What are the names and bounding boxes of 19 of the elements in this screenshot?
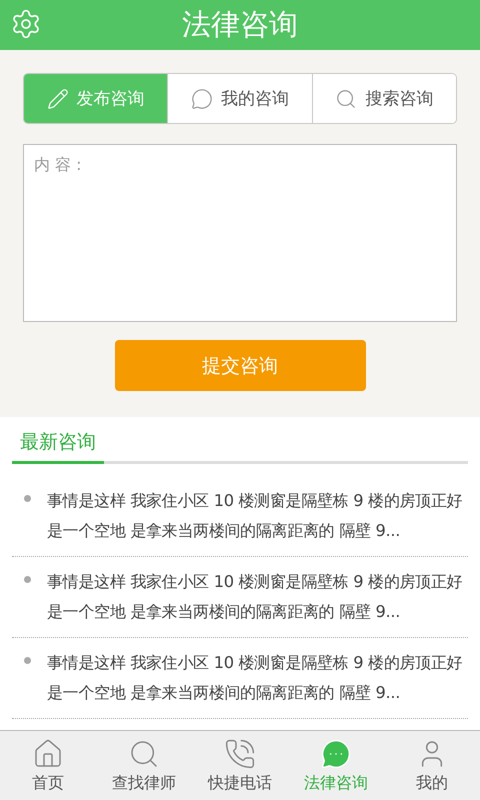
bullet-icon (24, 657, 31, 664)
consultation-item[interactable]: 事情是这样 我家住小区 10 楼测窗是隔壁栋 9 楼的房顶正好是一个空地 是拿来当两楼间的隔离距离的 隔壁 9... (47, 648, 467, 708)
chat-bubble-icon (320, 738, 352, 770)
tab[interactable]: 搜索咨询 (312, 74, 456, 123)
consultation-item[interactable]: 事情是这样 我家住小区 10 楼测窗是隔壁栋 9 楼的房顶正好是一个空地 是拿来当两楼间的隔离距离的 隔壁 9... (47, 567, 467, 627)
header-title: 法律咨询 (182, 6, 298, 43)
nav-item[interactable]: 我的 (384, 731, 480, 800)
search-icon (335, 88, 358, 110)
pencil-icon (46, 88, 69, 110)
consultation-item[interactable]: 事情是这样 我家住小区 10 楼测窗是隔壁栋 9 楼的房顶正好是一个空地 是拿来当两楼间的隔离距离的 隔壁 9... (47, 486, 467, 546)
phone-icon (224, 738, 256, 770)
settings-button[interactable] (10, 8, 42, 40)
content-field[interactable]: 内 容 : (23, 144, 457, 322)
bullet-icon (24, 495, 31, 502)
bullet-icon (24, 576, 31, 583)
nav-item[interactable]: 首页 (0, 731, 96, 800)
chat-icon (190, 88, 213, 110)
nav-item[interactable]: 快捷电话 (192, 731, 288, 800)
nav-item[interactable]: 查找律师 (96, 731, 192, 800)
